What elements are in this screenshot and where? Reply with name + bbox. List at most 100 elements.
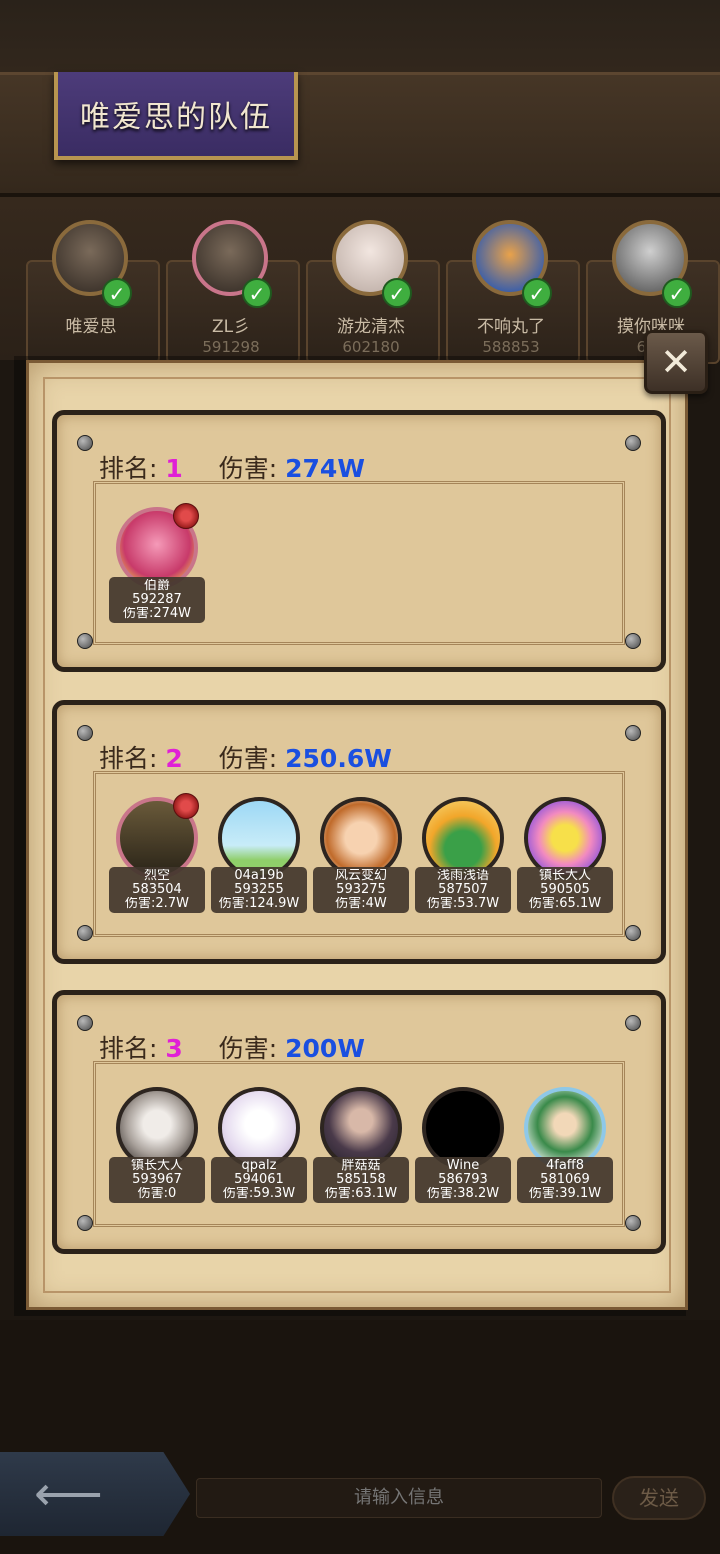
player-damage: 伤害:124.9W <box>218 897 300 911</box>
player-info: Wine 586793 伤害:38.2W <box>415 1157 511 1203</box>
player-id: 593967 <box>132 1173 182 1187</box>
player-damage: 伤害:59.3W <box>222 1187 296 1201</box>
player-name: 伯爵 <box>143 579 170 593</box>
player-info: 镇长大人 593967 伤害:0 <box>109 1157 205 1203</box>
member-card[interactable]: ✓ ZL彡 591298 <box>166 220 302 364</box>
player-card[interactable]: 镇长大人 590505 伤害:65.1W <box>517 797 613 917</box>
player-id: 590505 <box>540 883 590 897</box>
team-damage: 200W <box>285 1034 365 1063</box>
damage-label: 伤害: <box>218 454 278 483</box>
player-card[interactable]: 胖菇菇 585158 伤害:63.1W <box>313 1087 409 1207</box>
player-card[interactable]: 浅雨浅语 587507 伤害:53.7W <box>415 797 511 917</box>
player-name: 04a19b <box>234 869 284 883</box>
ready-check-icon: ✓ <box>242 278 272 308</box>
player-info: 伯爵 592287 伤害:274W <box>109 577 205 623</box>
player-info: 镇长大人 590505 伤害:65.1W <box>517 867 613 913</box>
player-id: 586793 <box>438 1173 488 1187</box>
player-card[interactable]: qpalz 594061 伤害:59.3W <box>211 1087 307 1207</box>
rank-header: 排名: 3 伤害: 200W <box>99 1029 365 1065</box>
member-name: 游龙清杰 <box>337 317 405 337</box>
player-card[interactable]: 烈空 583504 伤害:2.7W <box>109 793 205 917</box>
rank-header: 排名: 1 伤害: 274W <box>99 449 365 485</box>
rank-block: 排名: 3 伤害: 200W 镇长大人 593967 伤害:0 qpalz 59… <box>52 990 666 1254</box>
player-damage: 伤害:4W <box>335 897 387 911</box>
member-name: 唯爱思 <box>65 317 117 337</box>
player-name: 风云变幻 <box>334 869 387 883</box>
player-damage: 伤害:274W <box>122 607 192 621</box>
crossed-swords-icon: ✕ <box>660 340 692 384</box>
chat-input[interactable] <box>196 1478 602 1518</box>
close-button[interactable]: ✕ <box>644 330 708 394</box>
player-info: 风云变幻 593275 伤害:4W <box>313 867 409 913</box>
rank-block: 排名: 1 伤害: 274W 伯爵 592287 伤害:274W <box>52 410 666 672</box>
member-id: 588853 <box>482 338 540 356</box>
player-card[interactable]: 伯爵 592287 伤害:274W <box>109 503 205 627</box>
player-info: 烈空 583504 伤害:2.7W <box>109 867 205 913</box>
rivet <box>77 633 93 649</box>
rivet <box>77 925 93 941</box>
damage-label: 伤害: <box>218 744 278 773</box>
player-card[interactable]: Wine 586793 伤害:38.2W <box>415 1087 511 1207</box>
player-name: 烈空 <box>143 869 170 883</box>
member-name: ZL彡 <box>211 317 251 337</box>
damage-label: 伤害: <box>218 1034 278 1063</box>
rank-label: 排名: <box>99 1034 158 1063</box>
player-card[interactable]: 4faff8 581069 伤害:39.1W <box>517 1087 613 1207</box>
team-damage: 250.6W <box>285 744 392 773</box>
member-strip: ✓ 唯爱思 ✓ ZL彡 591298 ✓ 游龙清杰 602180 ✓ 不响丸了 … <box>16 220 720 364</box>
left-arrow-icon: ⟵ <box>34 1466 103 1522</box>
player-name: 4faff8 <box>545 1159 585 1173</box>
player-info: 浅雨浅语 587507 伤害:53.7W <box>415 867 511 913</box>
send-button[interactable]: 发送 <box>612 1476 706 1520</box>
rank-number: 1 <box>165 454 183 483</box>
player-id: 594061 <box>234 1173 284 1187</box>
player-name: qpalz <box>241 1159 277 1173</box>
player-name: 镇长大人 <box>538 869 591 883</box>
player-id: 587507 <box>438 883 488 897</box>
rivet <box>625 925 641 941</box>
ready-check-icon: ✓ <box>102 278 132 308</box>
rivet <box>77 725 93 741</box>
player-name: 胖菇菇 <box>341 1159 381 1173</box>
ready-check-icon: ✓ <box>382 278 412 308</box>
rivet <box>625 435 641 451</box>
player-info: 4faff8 581069 伤害:39.1W <box>517 1157 613 1203</box>
player-damage: 伤害:2.7W <box>125 897 189 911</box>
rivet <box>625 725 641 741</box>
player-name: Wine <box>446 1159 480 1173</box>
team-title-banner: 唯爱思的队伍 <box>54 72 298 160</box>
member-card[interactable]: ✓ 游龙清杰 602180 <box>306 220 442 364</box>
player-id: 593275 <box>336 883 386 897</box>
rank-header: 排名: 2 伤害: 250.6W <box>99 739 392 775</box>
rivet <box>625 1215 641 1231</box>
player-card[interactable]: 镇长大人 593967 伤害:0 <box>109 1087 205 1207</box>
player-id: 581069 <box>540 1173 590 1187</box>
player-name: 镇长大人 <box>130 1159 183 1173</box>
player-id: 593255 <box>234 883 284 897</box>
rivet <box>625 1015 641 1031</box>
rank-number: 2 <box>165 744 183 773</box>
player-damage: 伤害:39.1W <box>528 1187 602 1201</box>
team-damage: 274W <box>285 454 365 483</box>
member-id: 602180 <box>342 338 400 356</box>
player-card[interactable]: 04a19b 593255 伤害:124.9W <box>211 797 307 917</box>
ready-check-icon: ✓ <box>662 278 692 308</box>
player-info: qpalz 594061 伤害:59.3W <box>211 1157 307 1203</box>
member-card[interactable]: ✓ 不响丸了 588853 <box>446 220 582 364</box>
player-info: 胖菇菇 585158 伤害:63.1W <box>313 1157 409 1203</box>
player-damage: 伤害:65.1W <box>528 897 602 911</box>
player-damage: 伤害:53.7W <box>426 897 500 911</box>
player-card[interactable]: 风云变幻 593275 伤害:4W <box>313 797 409 917</box>
member-name: 不响丸了 <box>477 317 545 337</box>
rivet <box>77 1015 93 1031</box>
back-button[interactable]: ⟵ <box>0 1452 190 1536</box>
rivet <box>625 633 641 649</box>
player-info: 04a19b 593255 伤害:124.9W <box>211 867 307 913</box>
member-card[interactable]: ✓ 唯爱思 <box>26 220 162 364</box>
player-damage: 伤害:38.2W <box>426 1187 500 1201</box>
player-id: 585158 <box>336 1173 386 1187</box>
rose-frame-icon <box>173 793 199 819</box>
player-id: 592287 <box>132 593 182 607</box>
team-title: 唯爱思的队伍 <box>80 100 272 135</box>
player-damage: 伤害:0 <box>137 1187 177 1201</box>
